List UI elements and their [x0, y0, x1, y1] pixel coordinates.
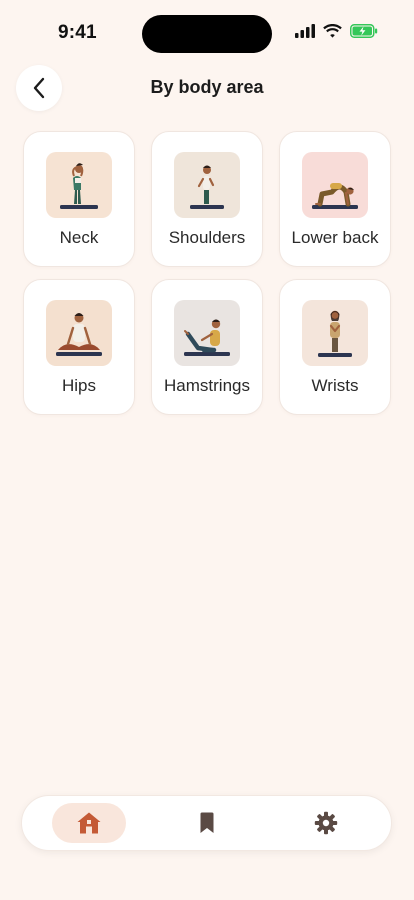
- body-area-grid: Neck Shoulders Lower back Hips Hamstring…: [23, 131, 391, 415]
- hips-illustration: [46, 300, 112, 366]
- area-label-wrists: Wrists: [311, 376, 359, 395]
- area-label-lower-back: Lower back: [291, 228, 379, 247]
- signal-icon: [295, 24, 315, 38]
- area-card-lower-back[interactable]: Lower back: [279, 131, 391, 267]
- dynamic-island: [142, 15, 272, 53]
- area-label-hips: Hips: [61, 376, 96, 395]
- lower-back-illustration: [302, 152, 368, 218]
- nav-settings-button[interactable]: [289, 803, 363, 843]
- area-label-neck: Neck: [59, 228, 99, 247]
- home-icon: [77, 812, 101, 834]
- area-card-hamstrings[interactable]: Hamstrings: [151, 279, 263, 415]
- wifi-icon: [323, 24, 342, 38]
- status-icons: [295, 24, 378, 38]
- page-title: By body area: [150, 77, 264, 97]
- nav-home-button[interactable]: [52, 803, 126, 843]
- area-card-shoulders[interactable]: Shoulders: [151, 131, 263, 267]
- bottom-nav: [21, 795, 392, 851]
- wrists-illustration: [302, 300, 368, 366]
- area-card-hips[interactable]: Hips: [23, 279, 135, 415]
- hamstrings-illustration: [174, 300, 240, 366]
- shoulders-illustration: [174, 152, 240, 218]
- neck-illustration: [46, 152, 112, 218]
- battery-icon: [350, 24, 378, 38]
- area-label-shoulders: Shoulders: [168, 228, 246, 247]
- area-card-wrists[interactable]: Wrists: [279, 279, 391, 415]
- status-time: 9:41: [58, 22, 97, 43]
- area-card-neck[interactable]: Neck: [23, 131, 135, 267]
- bookmark-icon: [200, 812, 214, 833]
- status-bar: 9:41: [0, 0, 414, 60]
- gear-icon: [314, 811, 338, 835]
- nav-saved-button[interactable]: [170, 803, 244, 843]
- area-label-hamstrings: Hamstrings: [164, 376, 250, 395]
